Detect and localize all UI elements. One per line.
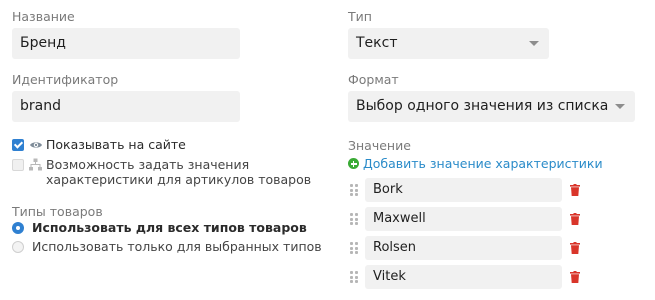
identifier-field[interactable]: brand xyxy=(12,91,240,122)
type-label: Тип xyxy=(348,9,372,24)
trash-icon[interactable] xyxy=(570,213,580,225)
radio-selected-types-label: Использовать только для выбранных типов xyxy=(32,239,322,254)
drag-handle-icon[interactable] xyxy=(350,271,358,283)
product-types-label: Типы товаров xyxy=(12,204,103,219)
radio-all-types-label: Использовать для всех типов товаров xyxy=(32,220,307,235)
trash-icon[interactable] xyxy=(570,271,580,283)
show-on-site-checkbox[interactable] xyxy=(12,139,24,151)
name-label: Название xyxy=(12,9,75,24)
chevron-down-icon xyxy=(615,104,625,109)
value-input[interactable]: Vitek xyxy=(365,265,562,289)
trash-icon[interactable] xyxy=(570,184,580,196)
sku-values-label: Возможность задать значения характеристи… xyxy=(46,157,346,187)
drag-handle-icon[interactable] xyxy=(350,184,358,196)
show-on-site-label: Показывать на сайте xyxy=(46,137,186,152)
radio-selected-types[interactable] xyxy=(12,241,24,253)
add-value-link[interactable]: Добавить значение характеристики xyxy=(363,156,603,171)
drag-handle-icon[interactable] xyxy=(350,242,358,254)
trash-icon[interactable] xyxy=(570,242,580,254)
plus-circle-icon[interactable] xyxy=(348,158,359,169)
value-input[interactable]: Rolsen xyxy=(365,236,562,260)
type-select-value: Текст xyxy=(356,35,398,51)
sku-values-text: Возможность задать значения характеристи… xyxy=(46,157,312,187)
chevron-down-icon xyxy=(529,41,539,46)
value-input[interactable]: Maxwell xyxy=(365,207,562,231)
value-input[interactable]: Bork xyxy=(365,178,562,202)
format-select[interactable]: Выбор одного значения из списка xyxy=(348,91,635,122)
name-field[interactable]: Бренд xyxy=(12,28,240,59)
radio-all-types[interactable] xyxy=(12,222,24,234)
format-label: Формат xyxy=(348,72,399,87)
eye-icon xyxy=(30,142,42,148)
id-label: Идентификатор xyxy=(12,72,119,87)
format-select-value: Выбор одного значения из списка xyxy=(356,98,609,114)
values-label: Значение xyxy=(348,138,411,153)
type-select[interactable]: Текст xyxy=(348,28,549,59)
drag-handle-icon[interactable] xyxy=(350,213,358,225)
